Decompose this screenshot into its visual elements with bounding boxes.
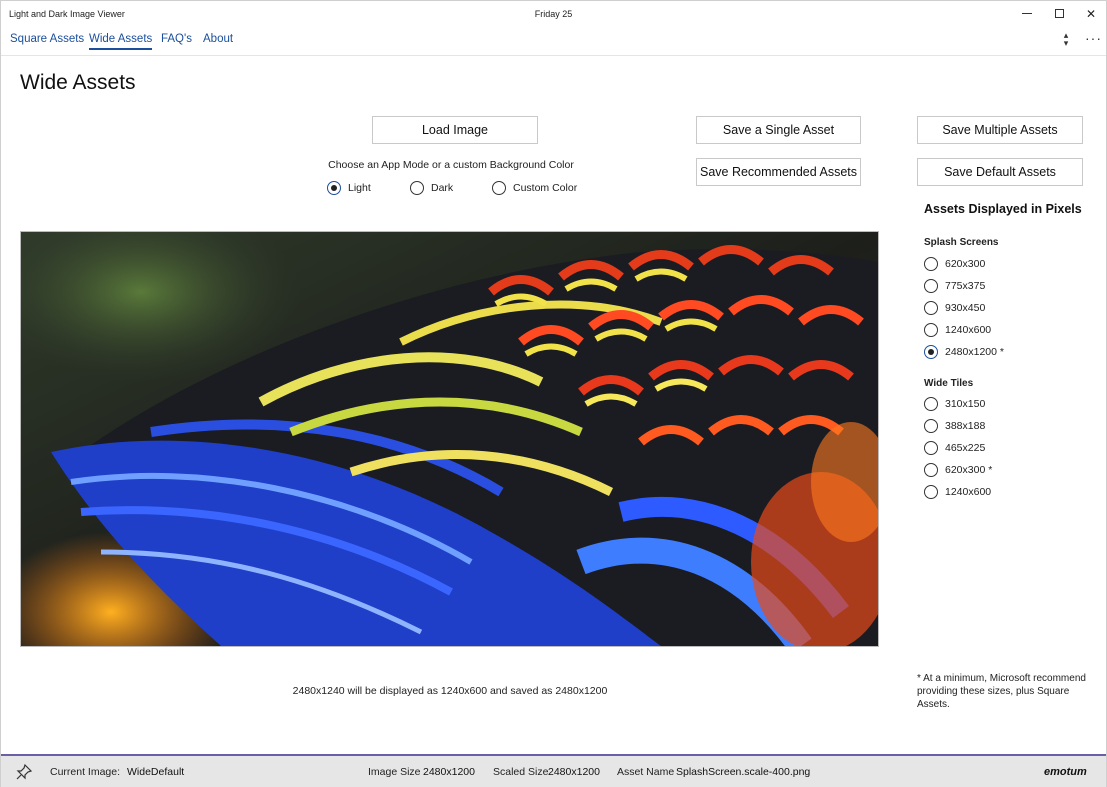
- splash-size-radio[interactable]: 2480x1200 *: [924, 345, 1004, 359]
- mode-custom-label: Custom Color: [513, 182, 578, 194]
- more-icon[interactable]: ···: [1085, 30, 1102, 46]
- tile-size-radio[interactable]: 388x188: [924, 419, 985, 433]
- scaled-size-value: 2480x1200: [548, 766, 600, 778]
- radio-icon: [492, 181, 506, 195]
- splash-size-radio[interactable]: 775x375: [924, 279, 985, 293]
- mode-light-label: Light: [348, 182, 371, 194]
- mode-light-radio[interactable]: Light: [327, 181, 371, 195]
- status-bar: Current Image: WideDefault Image Size 24…: [1, 754, 1106, 787]
- radio-icon: [924, 463, 938, 477]
- tile-size-radio[interactable]: 465x225: [924, 441, 985, 455]
- minimize-button[interactable]: [1011, 1, 1043, 26]
- maximize-button[interactable]: [1043, 1, 1075, 26]
- tile-size-radio[interactable]: 1240x600: [924, 485, 991, 499]
- current-image-value: WideDefault: [127, 766, 185, 778]
- splash-size-radio[interactable]: 1240x600: [924, 323, 991, 337]
- sort-icon[interactable]: ▴ ▾: [1059, 31, 1073, 49]
- nav-bar: Square Assets Wide Assets FAQ's About ▴ ▾…: [1, 27, 1106, 56]
- splash-size-radio[interactable]: 620x300: [924, 257, 985, 271]
- radio-icon: [924, 323, 938, 337]
- mode-dark-radio[interactable]: Dark: [410, 181, 453, 195]
- splash-screens-title: Splash Screens: [924, 237, 999, 248]
- footnote: * At a minimum, Microsoft recommend prov…: [917, 673, 1086, 710]
- sizes-title: Assets Displayed in Pixels: [924, 202, 1082, 216]
- minimize-icon: [1022, 13, 1032, 14]
- image-size-value: 2480x1200: [423, 766, 475, 778]
- load-image-button[interactable]: Load Image: [372, 116, 538, 144]
- tile-size-label: 388x188: [945, 420, 986, 432]
- mode-custom-radio[interactable]: Custom Color: [492, 181, 577, 195]
- image-preview: [20, 231, 879, 647]
- save-recommended-assets-button[interactable]: Save Recommended Assets: [696, 158, 861, 186]
- tab-square-assets[interactable]: Square Assets: [10, 33, 84, 45]
- mode-dark-label: Dark: [431, 182, 454, 194]
- splash-size-radio[interactable]: 930x450: [924, 301, 985, 315]
- current-image-label: Current Image:: [50, 766, 121, 778]
- asset-name-value: SplashScreen.scale-400.png: [676, 766, 811, 778]
- save-default-assets-button[interactable]: Save Default Assets: [917, 158, 1083, 186]
- save-single-asset-button[interactable]: Save a Single Asset: [696, 116, 861, 144]
- radio-selected-icon: [327, 181, 341, 195]
- tile-size-radio[interactable]: 620x300 *: [924, 463, 992, 477]
- tab-faqs[interactable]: FAQ's: [161, 33, 192, 45]
- radio-icon: [924, 441, 938, 455]
- radio-icon: [924, 257, 938, 271]
- save-multiple-assets-button[interactable]: Save Multiple Assets: [917, 116, 1083, 144]
- image-size-label: Image Size: [368, 766, 421, 778]
- tile-size-label: 1240x600: [945, 486, 992, 498]
- radio-icon: [410, 181, 424, 195]
- page-title: Wide Assets: [20, 71, 136, 94]
- title-date: Friday 25: [534, 9, 573, 19]
- mode-caption: Choose an App Mode or a custom Backgroun…: [328, 159, 574, 171]
- splash-size-label: 930x450: [945, 302, 986, 314]
- brand-logo: emotum: [1044, 766, 1087, 778]
- radio-icon: [924, 397, 938, 411]
- radio-icon: [924, 279, 938, 293]
- close-icon: ✕: [1085, 6, 1097, 21]
- radio-icon: [924, 301, 938, 315]
- tile-size-radio[interactable]: 310x150: [924, 397, 985, 411]
- preview-image: [21, 232, 878, 646]
- app-window: Light and Dark Image Viewer Friday 25 ✕ …: [0, 0, 1107, 787]
- pin-icon[interactable]: [15, 763, 33, 781]
- tile-size-label: 310x150: [945, 398, 986, 410]
- splash-size-label: 775x375: [945, 280, 986, 292]
- preview-caption: 2480x1240 will be displayed as 1240x600 …: [292, 685, 608, 697]
- tile-size-label: 465x225: [945, 442, 986, 454]
- app-title: Light and Dark Image Viewer: [9, 9, 125, 19]
- wide-tiles-title: Wide Tiles: [924, 378, 974, 389]
- tab-about[interactable]: About: [203, 33, 233, 45]
- asset-name-label: Asset Name: [617, 766, 675, 778]
- close-button[interactable]: ✕: [1075, 1, 1107, 26]
- tile-size-label: 620x300 *: [945, 464, 993, 476]
- radio-icon: [924, 485, 938, 499]
- radio-icon: [924, 419, 938, 433]
- splash-size-label: 620x300: [945, 258, 986, 270]
- maximize-icon: [1054, 9, 1064, 18]
- splash-size-label: 2480x1200 *: [945, 346, 1004, 358]
- tab-wide-assets[interactable]: Wide Assets: [89, 33, 153, 50]
- scaled-size-label: Scaled Size: [493, 766, 549, 778]
- title-bar: Light and Dark Image Viewer Friday 25 ✕: [1, 1, 1106, 26]
- splash-size-label: 1240x600: [945, 324, 992, 336]
- radio-selected-icon: [924, 345, 938, 359]
